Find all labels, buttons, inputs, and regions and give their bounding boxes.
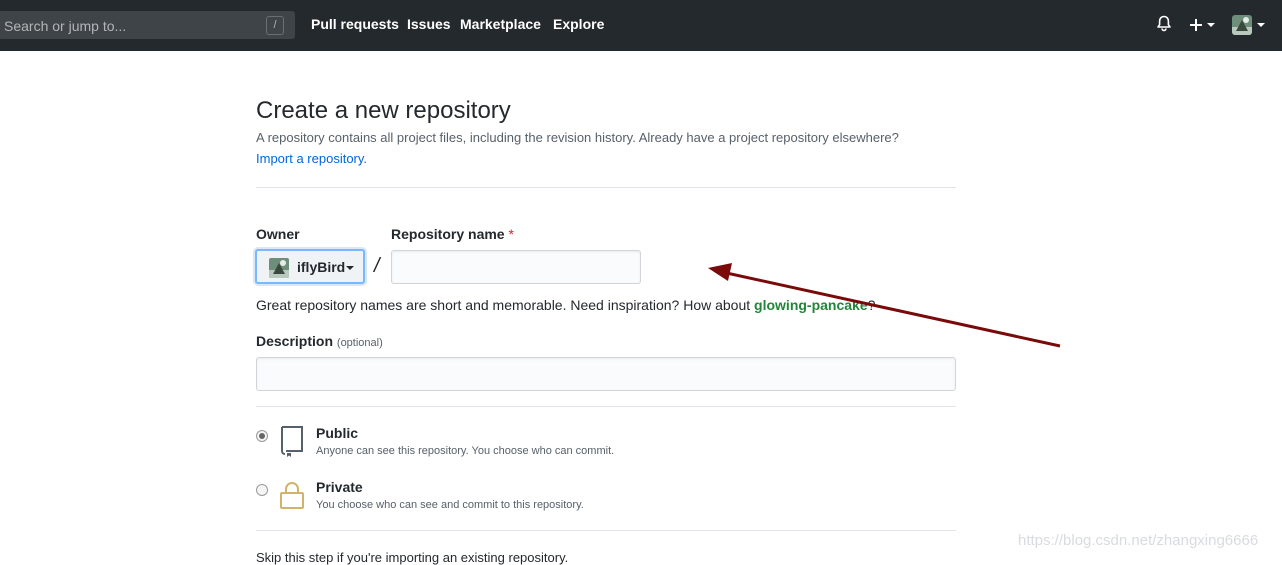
watermark: https://blog.csdn.net/zhangxing6666 xyxy=(1018,532,1259,549)
annotation-arrow xyxy=(708,263,1061,348)
